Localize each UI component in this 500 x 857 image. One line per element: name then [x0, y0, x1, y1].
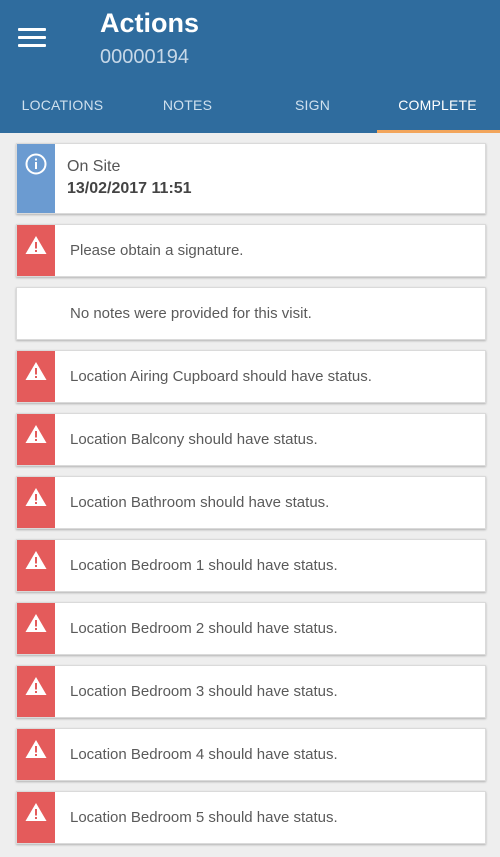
- hamburger-menu-icon[interactable]: [18, 26, 48, 48]
- warning-triangle-icon: [17, 414, 55, 465]
- tab-complete[interactable]: COMPLETE: [375, 82, 500, 133]
- action-item[interactable]: Location Airing Cupboard should have sta…: [16, 350, 486, 403]
- action-item[interactable]: Location Bedroom 4 should have status.: [16, 728, 486, 781]
- action-item[interactable]: Location Bedroom 3 should have status.: [16, 665, 486, 718]
- action-message: Location Bedroom 5 should have status.: [70, 809, 338, 826]
- action-message: Location Balcony should have status.: [70, 431, 318, 448]
- action-item[interactable]: Location Bedroom 1 should have status.: [16, 539, 486, 592]
- page-subtitle: 00000194: [100, 46, 189, 68]
- action-item[interactable]: Please obtain a signature.: [16, 224, 486, 277]
- action-message: Location Bedroom 4 should have status.: [70, 746, 338, 763]
- status-datetime: 13/02/2017 11:51: [67, 180, 192, 197]
- tab-bar: LOCATIONS NOTES SIGN COMPLETE: [0, 82, 500, 133]
- info-icon: [17, 144, 55, 213]
- action-message: Location Bedroom 3 should have status.: [70, 683, 338, 700]
- action-list: On Site 13/02/2017 11:51 Please obtain a…: [16, 143, 486, 854]
- action-item[interactable]: Location Bathroom should have status.: [16, 476, 486, 529]
- status-label: On Site: [67, 158, 121, 175]
- tab-locations[interactable]: LOCATIONS: [0, 82, 125, 133]
- warning-triangle-icon: [17, 603, 55, 654]
- page-title: Actions: [100, 8, 200, 38]
- action-message: Location Airing Cupboard should have sta…: [70, 368, 372, 385]
- action-message: Location Bathroom should have status.: [70, 494, 330, 511]
- tab-sign[interactable]: SIGN: [250, 82, 375, 133]
- warning-triangle-icon: [17, 225, 55, 276]
- warning-triangle-icon: [17, 540, 55, 591]
- app-bar: Actions 00000194 LOCATIONS NOTES SIGN CO…: [0, 0, 500, 133]
- info-icon: [17, 288, 55, 339]
- warning-triangle-icon: [17, 792, 55, 843]
- action-item[interactable]: Location Bedroom 5 should have status.: [16, 791, 486, 844]
- action-message: Please obtain a signature.: [70, 242, 244, 259]
- warning-triangle-icon: [17, 477, 55, 528]
- action-message: No notes were provided for this visit.: [70, 305, 312, 322]
- action-message: Location Bedroom 1 should have status.: [70, 557, 338, 574]
- warning-triangle-icon: [17, 666, 55, 717]
- status-card: On Site 13/02/2017 11:51: [16, 143, 486, 214]
- warning-triangle-icon: [17, 351, 55, 402]
- tab-notes[interactable]: NOTES: [125, 82, 250, 133]
- action-item[interactable]: Location Bedroom 2 should have status.: [16, 602, 486, 655]
- action-item[interactable]: No notes were provided for this visit.: [16, 287, 486, 340]
- warning-triangle-icon: [17, 729, 55, 780]
- action-message: Location Bedroom 2 should have status.: [70, 620, 338, 637]
- action-item[interactable]: Location Balcony should have status.: [16, 413, 486, 466]
